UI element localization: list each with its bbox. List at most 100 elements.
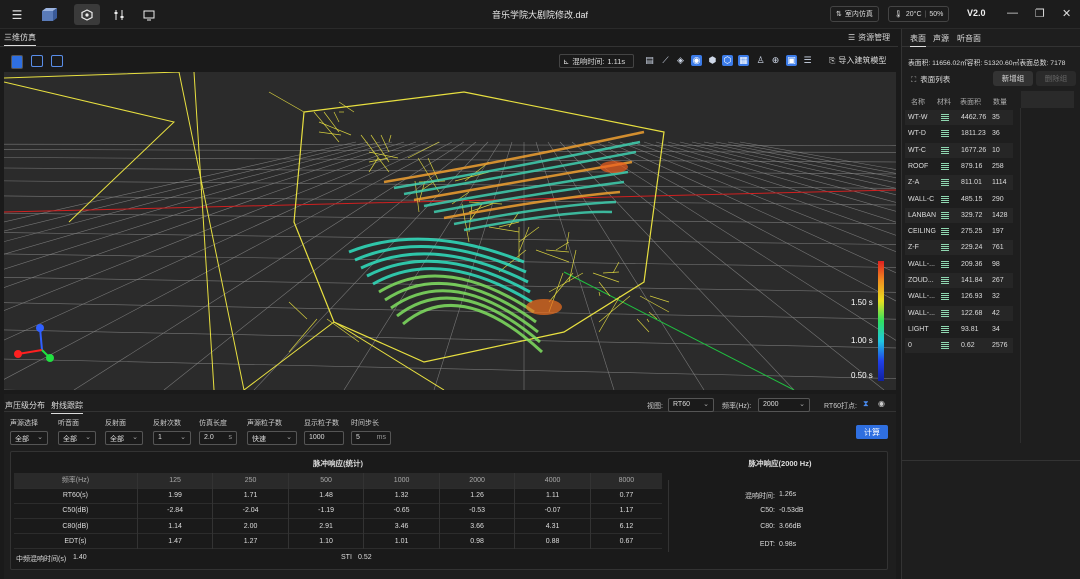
surface-row[interactable]: WALL-... 126.93 32 — [905, 289, 1013, 304]
chevron-down-icon: ⌄ — [37, 434, 43, 441]
restore-icon[interactable]: ❐ — [1035, 7, 1045, 20]
impulse-stats-table: 频率(Hz) 125 250 500 1000 2000 4000 8000 RT60(s) 1.… — [14, 473, 662, 549]
surface-row[interactable]: WT-W 4462.76 35 — [905, 110, 1013, 125]
surface-row[interactable]: CEILING 275.25 197 — [905, 224, 1013, 239]
tab-3d-simulation[interactable]: 三维仿真 — [4, 32, 36, 46]
layers-icon[interactable]: ☰ — [802, 55, 813, 66]
material-icon[interactable] — [941, 277, 949, 284]
surface-row[interactable]: Z-A 811.01 1114 — [905, 175, 1013, 191]
layout-triple-button[interactable] — [51, 55, 63, 67]
setting-input[interactable]: 快速 ⌄ — [247, 431, 297, 445]
chevron-down-icon: ⌄ — [799, 401, 805, 408]
grid-line — [4, 141, 441, 341]
table-cell: 3.46 — [363, 518, 440, 534]
freq-select[interactable]: 2000 ⌄ — [758, 398, 810, 412]
tab-surface[interactable]: 表面 — [910, 33, 926, 47]
import-model-button[interactable]: ⎘ 导入建筑模型 — [829, 55, 886, 66]
surface-row[interactable]: WALL-... 122.68 42 — [905, 305, 1013, 321]
tab-spl-distribution[interactable]: 声压级分布 — [5, 400, 45, 411]
minimize-icon[interactable]: — — [1007, 7, 1018, 19]
material-icon[interactable] — [941, 228, 949, 236]
tab-listening-plane[interactable]: 听音面 — [957, 33, 981, 44]
setting-value: 5 — [356, 434, 360, 441]
person-icon[interactable]: ♙ — [755, 55, 766, 66]
setting-input[interactable]: 1 ⌄ — [153, 431, 191, 445]
axis-gizmo[interactable] — [10, 320, 62, 364]
simulation-mode-chip[interactable]: ⇅ 室内仿真 — [830, 6, 879, 22]
tab-ray-tracing[interactable]: 射线跟踪 — [51, 400, 83, 414]
table-cell: -1.19 — [288, 503, 365, 519]
setting-input[interactable]: 全部 ⌄ — [58, 431, 96, 445]
ray-icon[interactable]: ⟋ — [660, 55, 671, 66]
material-icon[interactable] — [941, 114, 949, 121]
surface-area: 0.62 — [961, 342, 975, 350]
surface-row[interactable]: ROOF 879.16 258 — [905, 159, 1013, 174]
setting-input[interactable]: 5 ms — [351, 431, 391, 445]
surface-count: 34 — [992, 325, 1000, 333]
material-icon[interactable] — [941, 244, 949, 252]
material-icon[interactable] — [941, 325, 949, 333]
3d-viewport[interactable]: 1.50 s 1.00 s 0.50 s — [4, 72, 896, 390]
material-icon[interactable] — [941, 146, 949, 154]
impulse-value: 1.26s — [779, 491, 797, 498]
grid-toggle-icon[interactable]: ▤ — [644, 55, 655, 66]
material-icon[interactable] — [941, 162, 949, 170]
surface-area: 229.24 — [961, 244, 983, 252]
material-icon[interactable] — [941, 293, 949, 301]
material-icon[interactable] — [941, 260, 949, 268]
grid-line — [571, 141, 885, 390]
surface-row[interactable]: LIGHT 93.81 34 — [905, 322, 1013, 337]
table-row: EDT(s) 1.47 1.27 1.10 1.01 0.98 0.88 0.67 — [14, 533, 662, 549]
layout-split-button[interactable] — [31, 55, 43, 67]
surface-row[interactable]: WALL-C 485.15 290 — [905, 192, 1013, 207]
environment-chip[interactable]: 🌡 20°C | 50% — [888, 6, 950, 22]
resource-manager-button[interactable]: ☰ 资源管理 — [848, 32, 890, 43]
setting-input[interactable]: 全部 ⌄ — [10, 431, 48, 445]
material-icon[interactable] — [941, 342, 949, 350]
material-icon[interactable] — [941, 211, 949, 219]
hourglass-icon[interactable]: ⧗ — [863, 399, 869, 409]
setting-input[interactable]: 1000 — [304, 431, 344, 445]
delete-group-button[interactable]: 删除组 — [1036, 71, 1076, 86]
surface-area: 1677.26 — [961, 146, 987, 154]
balcony-tier — [463, 210, 613, 232]
mesh-edge — [592, 272, 620, 283]
surface-row[interactable]: ZOUD... 141.84 267 — [905, 273, 1013, 288]
surface-row[interactable]: WT-D 1811.23 36 — [905, 126, 1013, 141]
setting-input[interactable]: 2.0 s — [199, 431, 237, 445]
material-icon[interactable] — [941, 195, 949, 203]
setting-input[interactable]: 全部 ⌄ — [105, 431, 143, 445]
scene-canvas[interactable] — [4, 72, 896, 390]
solid-cube-icon[interactable]: ⬢ — [707, 55, 718, 66]
material-icon[interactable] — [941, 179, 949, 187]
tab-source[interactable]: 声源 — [933, 33, 949, 44]
layout-single-button[interactable] — [11, 55, 23, 69]
setting-unit: s — [228, 434, 233, 441]
cube-icon[interactable]: ◈ — [675, 55, 686, 66]
surface-row[interactable]: LANBAN 329.72 1428 — [905, 207, 1013, 223]
surface-row[interactable]: 0 0.62 2576 — [905, 338, 1013, 354]
eye-icon[interactable]: ◉ — [878, 399, 885, 408]
calculate-button[interactable]: 计算 — [856, 425, 888, 439]
surface-icon[interactable]: ▦ — [738, 55, 749, 66]
camera-icon[interactable]: ▣ — [786, 55, 797, 66]
add-group-button[interactable]: 新增组 — [993, 71, 1033, 86]
table-cell: 6.12 — [619, 522, 634, 530]
panel-divider — [1020, 108, 1021, 443]
material-icon[interactable] — [941, 309, 949, 317]
surface-row[interactable]: WALL-... 209.36 98 — [905, 257, 1013, 272]
grid-line — [163, 141, 477, 390]
receiver-icon[interactable]: ⊕ — [770, 55, 781, 66]
temperature-value: 20°C — [905, 10, 922, 18]
material-icon[interactable] — [941, 130, 949, 138]
surface-row[interactable]: WT-C 1677.26 10 — [905, 142, 1013, 158]
view-select[interactable]: RT60 ⌄ — [668, 398, 714, 412]
close-icon[interactable]: ✕ — [1062, 7, 1071, 20]
table-cell: 0.67 — [619, 537, 634, 545]
table-cell: 1.01 — [363, 533, 440, 549]
surface-row[interactable]: Z-F 229.24 761 — [905, 240, 1013, 256]
wireframe-icon[interactable]: ⬡ — [722, 55, 733, 66]
mesh-edge — [288, 301, 308, 320]
source-icon[interactable]: ◉ — [691, 55, 702, 66]
surface-name: CEILING — [908, 228, 937, 236]
